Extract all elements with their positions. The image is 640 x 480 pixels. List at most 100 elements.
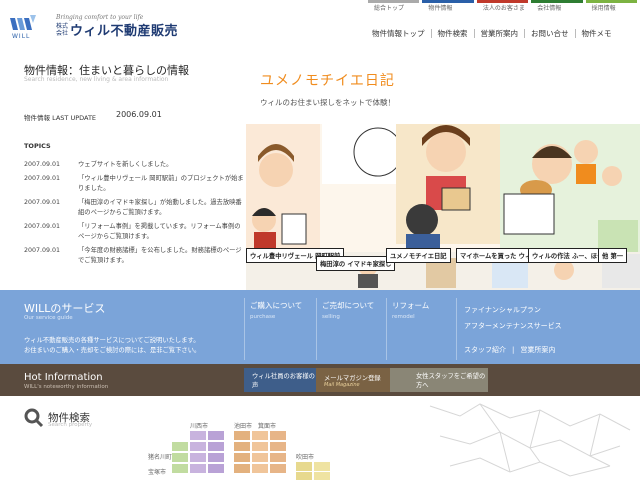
tab-property-info[interactable]: 物件情報 <box>422 0 474 12</box>
comic-illustration[interactable]: ウィル豊中リヴェール 岡町駅前 梅田淳の イマドキ家探し ユメノモチイエ日記 マ… <box>246 124 640 290</box>
service-selling[interactable]: ご売却について selling <box>322 300 374 320</box>
tab-company-info[interactable]: 会社情報 <box>531 0 583 12</box>
link-staff[interactable]: スタッフ紹介 <box>464 342 506 358</box>
banner-female-staff-label: 女性スタッフをご希望の方へ <box>416 373 486 389</box>
services-title: WILLのサービス <box>24 302 106 315</box>
nav-office-guide[interactable]: 営業所案内 <box>473 28 525 38</box>
nav-property-top[interactable]: 物件情報トップ <box>366 29 431 38</box>
area-cell[interactable] <box>296 462 312 471</box>
area-cell[interactable] <box>172 453 188 462</box>
site-header: WILL Bringing comfort to your life 株式会社 … <box>0 0 640 44</box>
city-ikeda[interactable]: 池田市 <box>234 421 252 430</box>
service-purchase[interactable]: ご購入について purchase <box>250 300 302 320</box>
area-cell[interactable] <box>252 442 268 451</box>
area-cell[interactable] <box>172 442 188 451</box>
company-name[interactable]: ウィル不動産販売 <box>70 20 178 39</box>
hot-info-title: Hot Information <box>24 372 103 383</box>
area-cell[interactable] <box>270 453 286 462</box>
news-list: 2007.09.01 ウェブサイトを新しくしました。 2007.09.01 「ウ… <box>24 160 246 270</box>
news-text[interactable]: ウェブサイトを新しくしました。 <box>78 160 246 171</box>
global-tabs: 総合トップ 物件情報 法人のお客さま 会社情報 採用情報 <box>368 0 640 12</box>
area-cell[interactable] <box>208 442 224 451</box>
area-cell[interactable] <box>252 431 268 440</box>
area-cell[interactable] <box>190 464 206 473</box>
city-takarazuka[interactable]: 宝塚市 <box>148 467 166 476</box>
banner-mail-magazine-label: メールマガジン登録 <box>324 374 381 382</box>
news-text[interactable]: 「梅田淳のイマドキ家探し」が始動しました。過去放映番組のページからご覧頂けます。 <box>78 198 246 219</box>
service-sublinks: スタッフ紹介 | 営業所案内 <box>464 342 562 358</box>
tab-corporate-clients[interactable]: 法人のお客さま <box>476 0 529 12</box>
services-desc-line: ウィル不動産販売の各種サービスについてご説明いたします。 <box>24 337 200 344</box>
comic-label-umeda[interactable]: 梅田淳の イマドキ家探し <box>316 256 396 271</box>
area-cell[interactable] <box>314 462 330 471</box>
hero-header <box>246 52 640 130</box>
city-suita[interactable]: 吹田市 <box>296 452 314 461</box>
service-purchase-label: ご購入について <box>250 301 303 310</box>
area-cell[interactable] <box>190 453 206 462</box>
list-item: 2007.09.01 ウェブサイトを新しくしました。 <box>24 160 246 171</box>
divider <box>386 298 387 360</box>
area-cell[interactable] <box>208 431 224 440</box>
news-date: 2007.09.01 <box>24 222 61 230</box>
news-date: 2007.09.01 <box>24 246 61 254</box>
nav-contact[interactable]: お問い合せ <box>524 28 575 38</box>
nav-property-memo[interactable]: 物件メモ <box>574 28 618 38</box>
area-cell[interactable] <box>234 431 250 440</box>
area-cell[interactable] <box>252 453 268 462</box>
news-text[interactable]: 「今年度の財務諸標」を公布しました。財務諸標のページでご覧頂けます。 <box>78 246 246 267</box>
divider <box>456 298 457 360</box>
search-subtitle: Search property <box>48 422 93 428</box>
city-inagawa[interactable]: 猪名川町 <box>148 452 172 461</box>
area-cell[interactable] <box>234 453 250 462</box>
area-cell[interactable] <box>270 464 286 473</box>
news-text[interactable]: 「ウィル豊中リヴェール 岡町駅前」のプロジェクトが始まりました。 <box>78 174 246 195</box>
last-update-label: 物件情報 LAST UPDATE <box>24 114 97 122</box>
link-offices[interactable]: 営業所案内 <box>520 342 555 358</box>
area-cell[interactable] <box>172 464 188 473</box>
area-cell[interactable] <box>296 472 312 480</box>
news-date: 2007.09.01 <box>24 198 61 206</box>
will-logo-icon[interactable] <box>10 14 36 34</box>
area-cell[interactable] <box>270 431 286 440</box>
area-cell[interactable] <box>208 453 224 462</box>
tab-recruit[interactable]: 採用情報 <box>585 0 638 12</box>
link-financial-plan[interactable]: ファイナンシャルプラン <box>464 302 562 318</box>
news-text[interactable]: 「リフォーム事例」を掲載しています。リフォーム事例のページからご覧頂けます。 <box>78 222 246 243</box>
city-minoh[interactable]: 箕面市 <box>258 421 276 430</box>
service-purchase-sub: purchase <box>250 314 276 320</box>
services-subtitle: Our service guide <box>24 315 73 321</box>
banner-female-staff[interactable]: 女性スタッフをご希望の方へ <box>390 368 488 392</box>
list-item: 2007.09.01 「梅田淳のイマドキ家探し」が始動しました。過去放映番組のペ… <box>24 198 246 219</box>
area-cell[interactable] <box>234 442 250 451</box>
banner-mail-magazine[interactable]: メールマガジン登録 Mail Magazine <box>316 368 390 392</box>
service-remodel[interactable]: リフォーム remodel <box>392 300 429 320</box>
area-cell[interactable] <box>234 464 250 473</box>
service-selling-sub: selling <box>322 314 340 320</box>
area-cell[interactable] <box>190 442 206 451</box>
city-kawanishi[interactable]: 川西市 <box>190 421 208 430</box>
divider <box>244 298 245 360</box>
hero-title[interactable]: ユメノモチイエ日記 <box>260 70 395 90</box>
page: WILL Bringing comfort to your life 株式会社 … <box>0 0 640 480</box>
news-date: 2007.09.01 <box>24 161 61 168</box>
news-date: 2007.09.01 <box>24 174 61 182</box>
area-cell[interactable] <box>208 464 224 473</box>
area-cell[interactable] <box>252 464 268 473</box>
comic-label-diary[interactable]: ユメノモチイエ日記 <box>386 248 451 263</box>
service-remodel-sub: remodel <box>392 314 415 320</box>
service-selling-label: ご売却について <box>322 301 375 310</box>
divider <box>316 298 317 360</box>
region-map-icon <box>429 403 631 477</box>
hero-subtitle: ウィルのお住まい探しをネットで体験！ <box>260 98 395 107</box>
nav-property-search[interactable]: 物件検索 <box>430 28 474 38</box>
area-cell[interactable] <box>270 442 286 451</box>
comic-art-icon <box>246 124 640 290</box>
link-after-maintenance[interactable]: アフターメンテナンスサービス <box>464 318 562 334</box>
tab-general-top[interactable]: 総合トップ <box>368 0 420 12</box>
services-description: ウィル不動産販売の各種サービスについてご説明いたします。 お住まいのご購入・売却… <box>24 336 200 356</box>
area-cell[interactable] <box>314 472 330 480</box>
page-subtitle: Search residence, new living & area info… <box>24 76 169 83</box>
area-cell[interactable] <box>190 431 206 440</box>
comic-label-others[interactable]: 他 第一 <box>598 248 628 263</box>
banner-customer-voice[interactable]: ウィル社員のお客様の声 <box>244 368 316 392</box>
